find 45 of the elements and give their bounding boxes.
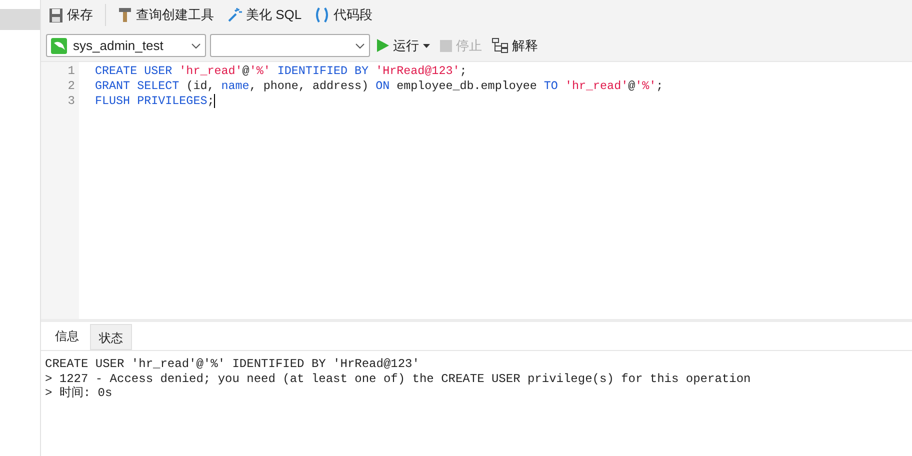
message-line: > 1227 - Access denied; you need (at least one of) the CREATE USER privilege(s) for this operation bbox=[45, 372, 752, 386]
code-token: @ bbox=[242, 64, 250, 79]
code-token: ON bbox=[376, 79, 390, 94]
run-button[interactable]: 运行 bbox=[374, 34, 433, 56]
code-token: (id, bbox=[186, 79, 216, 94]
line-number: 2 bbox=[66, 79, 76, 94]
tree-diagram-icon bbox=[492, 38, 508, 53]
connection-select[interactable]: sys_admin_test bbox=[46, 34, 206, 57]
code-token: 'hr_read' bbox=[179, 64, 242, 79]
toolbar-button[interactable]: 保存 bbox=[46, 4, 96, 26]
panel-tab[interactable]: 状态 bbox=[90, 324, 132, 350]
play-icon bbox=[377, 39, 389, 52]
caret-icon bbox=[423, 44, 430, 48]
toolbar-button[interactable]: 美化 SQL bbox=[223, 4, 305, 26]
database-select[interactable] bbox=[210, 34, 370, 57]
code-token: 'HrRead@123' bbox=[376, 64, 460, 79]
line-number: 3 bbox=[66, 94, 76, 109]
code-token: TO bbox=[544, 79, 559, 94]
code-token: name bbox=[221, 79, 250, 94]
hammer-icon bbox=[118, 7, 132, 23]
line-number: 1 bbox=[66, 64, 76, 79]
code-token: IDENTIFIED BY bbox=[276, 64, 370, 79]
toolbar-button[interactable]: 代码段 bbox=[310, 4, 376, 26]
explain-button[interactable]: 解释 bbox=[489, 34, 541, 56]
code-token: '%' bbox=[249, 64, 270, 79]
code-token: 'hr_read' bbox=[564, 79, 628, 94]
code-token: CREATE USER bbox=[95, 64, 174, 79]
toolbar-button[interactable]: 查询创建工具 bbox=[115, 4, 217, 26]
code-token: employee_db.employee bbox=[396, 79, 538, 94]
code-token: ; bbox=[460, 64, 467, 79]
code-token: ; bbox=[656, 79, 664, 94]
code-token: ; bbox=[207, 94, 214, 109]
magic-wand-icon bbox=[226, 7, 242, 23]
save-icon bbox=[49, 8, 63, 22]
chevron-down-icon bbox=[191, 42, 201, 48]
message-line: CREATE USER 'hr_read'@'%' IDENTIFIED BY 'HrRead@123' bbox=[45, 357, 420, 372]
code-token: , phone, address) bbox=[249, 79, 370, 94]
code-token: @ bbox=[628, 79, 636, 94]
message-line: > 时间: 0s bbox=[45, 386, 114, 400]
code-token: FLUSH PRIVILEGES bbox=[95, 94, 208, 109]
code-token: '%' bbox=[635, 79, 656, 94]
chevron-down-icon bbox=[355, 42, 365, 48]
code-token: GRANT SELECT bbox=[95, 79, 180, 94]
parentheses-icon bbox=[314, 7, 330, 23]
stop-icon bbox=[440, 40, 452, 52]
